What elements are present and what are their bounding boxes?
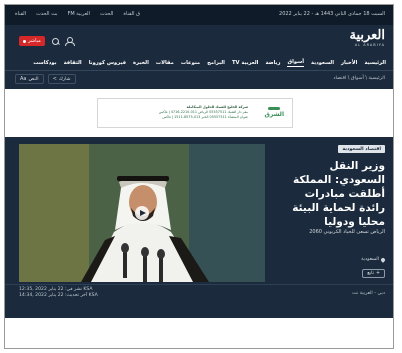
country-label: السعودية (361, 257, 379, 262)
publish-info: نشر في: 22 يناير 2022 ,12:35 KSA آخر تحد… (19, 287, 98, 299)
ad-line: شركة الخليج للشبك للحلول المتكاملة (186, 105, 248, 109)
article-headline: وزير النقل السعودي: المملكة أطلقت مبادرا… (292, 160, 385, 228)
nav-item-variety[interactable]: منوعات (181, 60, 200, 66)
nav-item-corona[interactable]: فيروس كورونا (89, 60, 126, 66)
top-link[interactable]: الحدث (100, 11, 113, 17)
updated-date: آخر تحديث: 22 يناير 2022 ,14:34 KSA (19, 293, 98, 298)
published-date: نشر في: 22 يناير 2022 ,12:35 KSA (19, 287, 93, 292)
font-size-label: النص (28, 76, 39, 82)
country-tag[interactable]: السعودية (361, 256, 386, 263)
article-source: دبي - العربية نت (352, 291, 385, 296)
top-links: ق القناة الحدث العربية FM بث الحدث القنا… (15, 11, 140, 17)
site-logo[interactable]: العربية AL ARABIYA (349, 28, 385, 48)
share-icon: < (52, 76, 57, 82)
nav-item-expertise[interactable]: الخبرة (133, 60, 149, 66)
ad-banner[interactable]: الشرق شركة الخليج للشبك للحلول المتكاملة… (97, 98, 293, 128)
play-icon[interactable] (135, 206, 149, 220)
top-strip: السبت 18 جمادى الثاني 1443 هـ - 22 يناير… (5, 5, 393, 25)
breadcrumb[interactable]: الرئيسية \ أسواق \ اقتصاد (333, 76, 385, 81)
share-button[interactable]: < شارك (47, 74, 76, 84)
share-label: شارك (58, 76, 71, 82)
live-button[interactable]: مباشر (19, 36, 45, 46)
ad-band: الشرق شركة الخليج للشبك للحلول المتكاملة… (5, 89, 393, 137)
ad-brand-name: الشرق (264, 111, 284, 118)
nav-item-articles[interactable]: مقالات (156, 60, 174, 66)
follow-button[interactable]: + تابع (362, 269, 385, 278)
ad-text: شركة الخليج للشبك للحلول المتكاملة مقر د… (159, 105, 248, 120)
follow-plus-icon: + (375, 271, 380, 276)
nav-item-podcast[interactable]: بودكاست (33, 60, 56, 66)
browser-viewport: السبت 18 جمادى الثاني 1443 هـ - 22 يناير… (4, 4, 394, 349)
top-link[interactable]: ق القناة (123, 11, 140, 17)
logo-arabic: العربية (349, 28, 385, 43)
nav-divider (5, 70, 393, 71)
nav-item-programs[interactable]: البرامج (207, 60, 225, 66)
ad-logo-icon (268, 107, 281, 110)
article-tools: Aa النص < شارك (15, 74, 76, 84)
live-dot-icon (23, 39, 27, 43)
article-subheadline: الرياض تسعى للحياد الكربوني 2060 (309, 229, 385, 235)
nav-item-culture[interactable]: الثقافة (64, 60, 82, 66)
top-link[interactable]: العربية FM (67, 11, 89, 17)
top-link[interactable]: القناة (15, 11, 26, 17)
text-size-icon: Aa (20, 76, 27, 82)
search-icon[interactable] (51, 37, 60, 46)
ad-brand: الشرق (264, 107, 284, 118)
article-category-tag[interactable]: اقتصاد السعودية (338, 145, 385, 153)
logo-row: العربية AL ARABIYA مباشر (5, 25, 393, 55)
follow-label: تابع (367, 271, 374, 276)
font-size-button[interactable]: Aa النص (15, 74, 44, 84)
article-divider (5, 284, 393, 285)
main-nav: الرئيسية الأخبار السعودية أسواق رياضة ال… (5, 55, 393, 70)
article-photo[interactable] (19, 144, 265, 282)
top-link[interactable]: بث الحدث (36, 11, 57, 17)
current-date: السبت 18 جمادى الثاني 1443 هـ - 22 يناير… (279, 11, 385, 17)
live-label: مباشر (28, 38, 41, 44)
nav-item-tv[interactable]: العربية TV (232, 60, 258, 66)
nav-item-news[interactable]: الأخبار (341, 60, 357, 66)
nav-item-markets[interactable]: أسواق (287, 59, 305, 67)
ad-line: عنوان المنشأة 05557511 الخبر 013-8575-15… (162, 115, 248, 119)
alarabiya-page: السبت 18 جمادى الثاني 1443 هـ - 22 يناير… (5, 5, 393, 318)
location-pin-icon (380, 256, 386, 263)
ad-line: مقر دار الشبك 05557511 الرياض 011-2210-4… (158, 110, 248, 114)
breadcrumb-row: الرئيسية \ أسواق \ اقتصاد Aa النص < شارك (5, 72, 393, 86)
nav-item-home[interactable]: الرئيسية (364, 60, 386, 66)
logo-english: AL ARABIYA (354, 43, 385, 47)
nav-item-sports[interactable]: رياضة (265, 60, 280, 66)
user-icon[interactable] (65, 37, 75, 46)
nav-item-saudi[interactable]: السعودية (311, 60, 334, 66)
